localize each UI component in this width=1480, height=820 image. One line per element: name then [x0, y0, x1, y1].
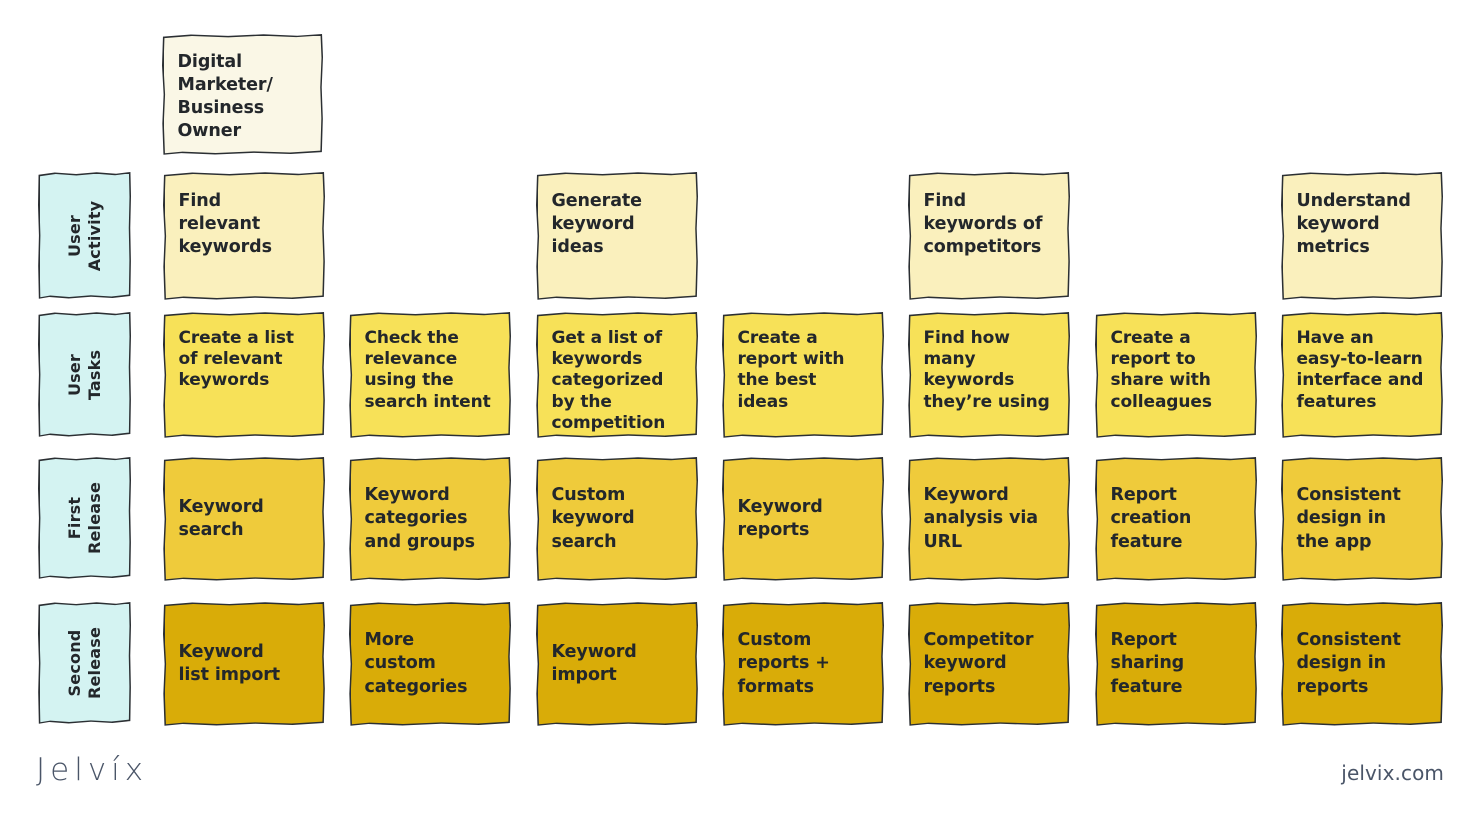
- card-first-release-6: Report creation feature: [1095, 457, 1257, 581]
- row-label-user-tasks: User Tasks: [38, 312, 131, 437]
- card-user-tasks-6: Create a report to share with colleagues: [1095, 312, 1257, 438]
- card-text: Keyword categories and groups: [364, 485, 476, 552]
- card-text: Have an easy-to-learn interface and feat…: [1296, 327, 1424, 412]
- card-first-release-6-body: Report creation feature: [1096, 458, 1256, 580]
- card-text: Understand keyword metrics: [1296, 190, 1411, 258]
- row-label-first-release-body: First Release: [39, 458, 130, 578]
- card-first-release-1-body: Keyword search: [164, 458, 324, 580]
- card-text: Keyword reports: [737, 496, 823, 540]
- card-text: Create a report with the best ideas: [737, 327, 845, 412]
- card-second-release-2: More custom categories: [349, 602, 511, 726]
- card-text: Find keywords of competitors: [923, 190, 1043, 258]
- card-second-release-7-body: Consistent design in reports: [1282, 603, 1442, 725]
- card-user-tasks-4: Create a report with the best ideas: [722, 312, 884, 438]
- card-first-release-4-body: Keyword reports: [723, 458, 883, 580]
- card-text: Create a report to share with colleagues: [1110, 327, 1212, 412]
- card-text: Report creation feature: [1110, 485, 1192, 552]
- card-second-release-2-body: More custom categories: [350, 603, 510, 725]
- row-label-text-first-release: First Release: [64, 481, 104, 555]
- card-second-release-1: Keyword list import: [163, 602, 325, 726]
- card-user-activity-1-body: Find relevant keywords: [164, 173, 324, 299]
- card-user-tasks-3-body: Get a list of keywords categorized by th…: [537, 313, 697, 437]
- card-user-activity-7-body: Understand keyword metrics: [1282, 173, 1442, 299]
- row-label-user-activity-body: User Activity: [39, 173, 130, 298]
- card-user-activity-7: Understand keyword metrics: [1281, 172, 1443, 300]
- card-user-tasks-4-body: Create a report with the best ideas: [723, 313, 883, 437]
- row-label-text-user-activity: User Activity: [64, 200, 104, 271]
- card-first-release-5-body: Keyword analysis via URL: [909, 458, 1069, 580]
- card-text: More custom categories: [364, 630, 468, 697]
- card-text: Get a list of keywords categorized by th…: [551, 327, 666, 434]
- card-second-release-3-body: Keyword import: [537, 603, 697, 725]
- card-text: Keyword list import: [178, 641, 281, 685]
- card-text: Consistent design in the app: [1296, 485, 1401, 552]
- card-user-tasks-1: Create a list of relevant keywords: [163, 312, 325, 438]
- card-first-release-3-body: Custom keyword search: [537, 458, 697, 580]
- card-text: Generate keyword ideas: [551, 190, 643, 258]
- card-first-release-7: Consistent design in the app: [1281, 457, 1443, 581]
- card-first-release-4: Keyword reports: [722, 457, 884, 581]
- card-user-tasks-2: Check the relevance using the search int…: [349, 312, 511, 438]
- card-second-release-3: Keyword import: [536, 602, 698, 726]
- card-first-release-3: Custom keyword search: [536, 457, 698, 581]
- story-map-board: Digital Marketer/ Business Owner User Ac…: [0, 0, 1480, 820]
- row-label-text-user-tasks: User Tasks: [64, 349, 104, 400]
- card-user-tasks-2-body: Check the relevance using the search int…: [350, 313, 510, 437]
- card-text: Competitor keyword reports: [923, 630, 1034, 697]
- card-first-release-7-body: Consistent design in the app: [1282, 458, 1442, 580]
- card-text: Custom reports + formats: [737, 630, 830, 697]
- row-label-text-second-release: Second Release: [64, 626, 104, 700]
- card-second-release-4-body: Custom reports + formats: [723, 603, 883, 725]
- card-text: Consistent design in reports: [1296, 630, 1401, 697]
- row-label-user-tasks-body: User Tasks: [39, 313, 130, 436]
- card-second-release-4: Custom reports + formats: [722, 602, 884, 726]
- card-user-activity-3-body: Generate keyword ideas: [537, 173, 697, 299]
- card-text: Keyword search: [178, 496, 264, 540]
- card-user-activity-5-body: Find keywords of competitors: [909, 173, 1069, 299]
- persona-card-label: Digital Marketer/ Business Owner: [177, 51, 273, 142]
- card-first-release-2: Keyword categories and groups: [349, 457, 511, 581]
- card-second-release-5: Competitor keyword reports: [908, 602, 1070, 726]
- card-first-release-5: Keyword analysis via URL: [908, 457, 1070, 581]
- row-label-user-activity: User Activity: [38, 172, 131, 299]
- jelvix-logo: Jelvíx: [36, 752, 149, 788]
- card-text: Custom keyword search: [551, 485, 635, 552]
- card-user-tasks-6-body: Create a report to share with colleagues: [1096, 313, 1256, 437]
- card-second-release-6-body: Report sharing feature: [1096, 603, 1256, 725]
- card-text: Report sharing feature: [1110, 630, 1185, 697]
- card-second-release-5-body: Competitor keyword reports: [909, 603, 1069, 725]
- card-user-tasks-1-body: Create a list of relevant keywords: [164, 313, 324, 437]
- card-user-activity-1: Find relevant keywords: [163, 172, 325, 300]
- card-second-release-6: Report sharing feature: [1095, 602, 1257, 726]
- card-user-tasks-7: Have an easy-to-learn interface and feat…: [1281, 312, 1443, 438]
- row-label-second-release-body: Second Release: [39, 603, 130, 723]
- card-text: Keyword analysis via URL: [923, 485, 1039, 552]
- card-first-release-2-body: Keyword categories and groups: [350, 458, 510, 580]
- persona-card-body: Digital Marketer/ Business Owner: [163, 35, 322, 154]
- card-user-activity-3: Generate keyword ideas: [536, 172, 698, 300]
- row-label-second-release: Second Release: [38, 602, 131, 724]
- card-text: Find how many keywords they’re using: [923, 327, 1050, 412]
- website-url: jelvix.com: [1341, 761, 1444, 785]
- card-text: Find relevant keywords: [178, 190, 273, 258]
- card-text: Create a list of relevant keywords: [178, 327, 295, 391]
- card-user-tasks-5: Find how many keywords they’re using: [908, 312, 1070, 438]
- card-user-tasks-7-body: Have an easy-to-learn interface and feat…: [1282, 313, 1442, 437]
- card-user-tasks-5-body: Find how many keywords they’re using: [909, 313, 1069, 437]
- card-second-release-7: Consistent design in reports: [1281, 602, 1443, 726]
- card-text: Check the relevance using the search int…: [364, 327, 491, 412]
- card-second-release-1-body: Keyword list import: [164, 603, 324, 725]
- card-text: Keyword import: [551, 641, 637, 685]
- persona-card: Digital Marketer/ Business Owner: [162, 34, 323, 155]
- card-first-release-1: Keyword search: [163, 457, 325, 581]
- row-label-first-release: First Release: [38, 457, 131, 579]
- card-user-tasks-3: Get a list of keywords categorized by th…: [536, 312, 698, 438]
- card-user-activity-5: Find keywords of competitors: [908, 172, 1070, 300]
